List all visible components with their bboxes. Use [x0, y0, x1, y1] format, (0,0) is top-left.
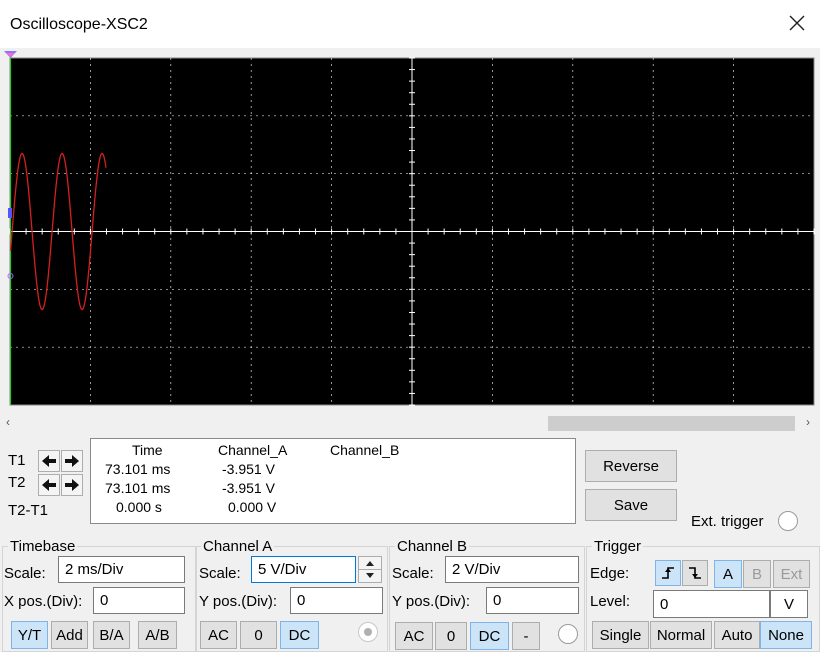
reverse-button[interactable]: Reverse	[585, 450, 677, 482]
falling-edge-icon	[689, 567, 701, 579]
diff-time: 0.000 s	[116, 499, 162, 515]
t2-left-arrow-icon[interactable]	[38, 474, 60, 496]
mode-add-button[interactable]: Add	[51, 621, 88, 649]
t1-time: 73.101 ms	[105, 461, 171, 477]
mode-yt-button[interactable]: Y/T	[11, 621, 48, 649]
spinner-arrows-icon[interactable]	[359, 557, 381, 582]
t2-channel-a: -3.951 V	[222, 480, 275, 496]
channel-a-marker	[8, 208, 12, 218]
t2-right-arrow-icon[interactable]	[61, 474, 83, 496]
trigger-title: Trigger	[592, 538, 643, 555]
header-channel-a: Channel_A	[218, 442, 288, 458]
channel-a-scale-label: Scale:	[199, 565, 241, 582]
trigger-source-ext-button[interactable]: Ext	[773, 560, 810, 588]
channel-a-zero-button[interactable]: 0	[240, 621, 277, 649]
scope-display[interactable]	[0, 48, 820, 412]
ext-trigger-label: Ext. trigger	[691, 513, 764, 530]
t1-label: T1	[8, 452, 26, 469]
scroll-right-icon[interactable]: ›	[806, 415, 810, 429]
t2-t1-label: T2-T1	[8, 502, 49, 519]
channel-a-terminal	[358, 622, 378, 642]
channel-a-scale-field[interactable]: 5 V/Div	[251, 556, 356, 583]
t1-right-arrow-icon[interactable]	[61, 450, 83, 472]
header-time: Time	[132, 442, 163, 458]
channel-a-ypos-label: Y pos.(Div):	[199, 593, 278, 610]
trigger-single-button[interactable]: Single	[592, 621, 649, 649]
trigger-source-b-button[interactable]: B	[743, 560, 771, 588]
channel-a-ypos-field[interactable]: 0	[290, 587, 383, 614]
mode-ba-button[interactable]: B/A	[93, 621, 130, 649]
trigger-edge-label: Edge:	[590, 565, 630, 582]
diff-channel-a: 0.000 V	[228, 499, 277, 515]
timebase-xpos-label: X pos.(Div):	[4, 593, 83, 610]
channel-b-dc-button[interactable]: DC	[470, 622, 509, 650]
scroll-thumb[interactable]	[548, 416, 795, 431]
scroll-left-icon[interactable]: ‹	[6, 415, 10, 429]
window-title: Oscilloscope-XSC2	[10, 16, 148, 33]
close-icon[interactable]	[786, 12, 808, 34]
timebase-scale-label: Scale:	[4, 565, 46, 582]
trigger-source-a-button[interactable]: A	[714, 560, 742, 588]
trigger-normal-button[interactable]: Normal	[650, 621, 712, 649]
t2-label: T2	[8, 474, 26, 491]
channel-a-ac-button[interactable]: AC	[200, 621, 237, 649]
rising-edge-icon	[662, 567, 674, 579]
title-bar: Oscilloscope-XSC2	[0, 0, 820, 49]
t1-left-arrow-icon[interactable]	[38, 450, 60, 472]
channel-b-scale-label: Scale:	[392, 565, 434, 582]
timebase-xpos-field[interactable]: 0	[93, 587, 185, 614]
trigger-level-label: Level:	[590, 593, 631, 610]
ext-trigger-terminal[interactable]	[778, 511, 798, 531]
header-channel-b: Channel_B	[330, 442, 400, 458]
channel-b-terminal[interactable]	[558, 624, 578, 644]
timebase-scale-field[interactable]: 2 ms/Div	[58, 556, 185, 583]
falling-edge-button[interactable]	[682, 560, 708, 586]
cursor-t2-handle[interactable]	[6, 53, 15, 57]
trigger-level-unit[interactable]: V	[770, 590, 808, 618]
rising-edge-button[interactable]	[655, 560, 681, 586]
save-button[interactable]: Save	[585, 489, 677, 521]
channel-b-ypos-field[interactable]: 0	[486, 587, 579, 614]
mode-ab-button[interactable]: A/B	[138, 621, 177, 649]
channel-b-scale-field[interactable]: 2 V/Div	[445, 556, 579, 583]
trigger-none-button[interactable]: None	[760, 621, 812, 649]
channel-b-zero-button[interactable]: 0	[435, 622, 467, 650]
channel-a-title: Channel A	[201, 538, 275, 555]
trigger-level-field[interactable]: 0	[653, 590, 770, 618]
channel-b-title: Channel B	[395, 538, 470, 555]
timebase-title: Timebase	[8, 538, 78, 555]
channel-b-minus-button[interactable]: -	[512, 622, 540, 650]
t1-channel-a: -3.951 V	[222, 461, 275, 477]
t2-time: 73.101 ms	[105, 480, 171, 496]
channel-a-dc-button[interactable]: DC	[280, 621, 319, 649]
trigger-auto-button[interactable]: Auto	[714, 621, 760, 649]
channel-a-scale-spinner[interactable]	[358, 556, 382, 583]
channel-b-ypos-label: Y pos.(Div):	[392, 593, 471, 610]
channel-b-ac-button[interactable]: AC	[395, 622, 433, 650]
